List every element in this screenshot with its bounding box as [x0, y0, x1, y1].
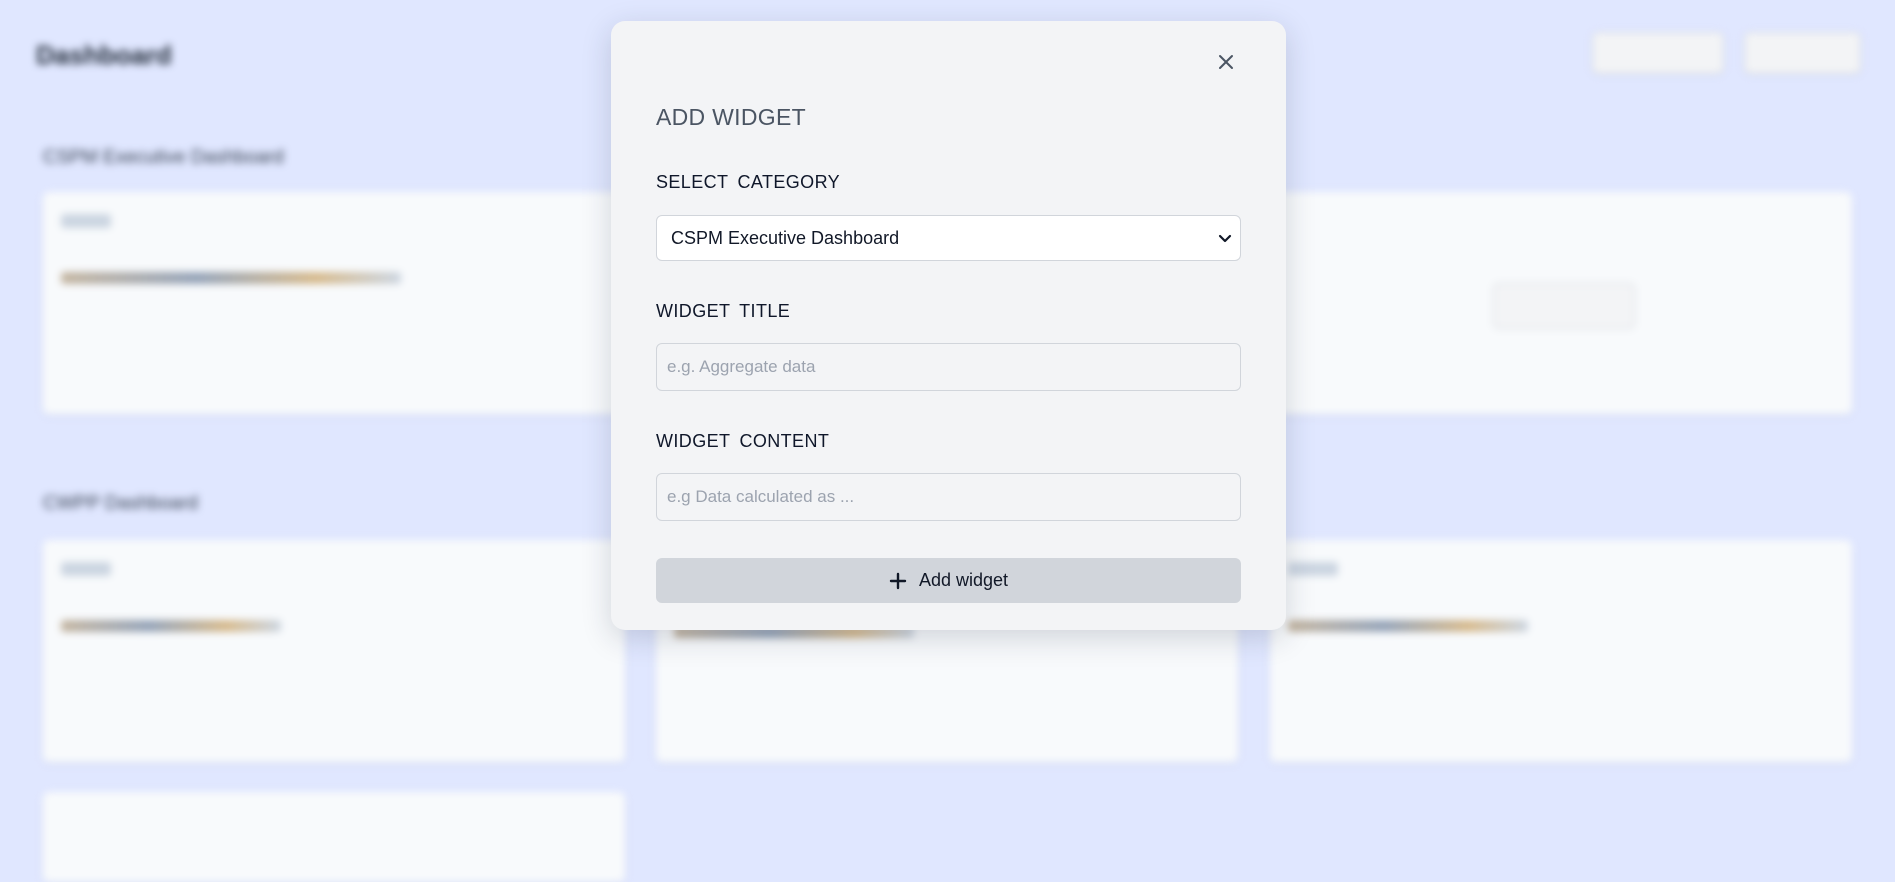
- section-title-blurred: CSPM Executive Dashboard: [43, 147, 284, 168]
- add-widget-modal: ADD WIDGET SELECT CATEGORY CSPM Executiv…: [611, 21, 1286, 630]
- widget-title-label: WIDGET TITLE: [656, 301, 791, 321]
- section-title-blurred: CWPP Dashboard: [43, 493, 198, 514]
- widget-card-blurred: [43, 540, 625, 762]
- select-category-label: SELECT CATEGORY: [656, 172, 841, 192]
- widget-card-blurred: [1270, 540, 1852, 762]
- widget-card-blurred: [43, 192, 625, 414]
- add-widget-ghost-blurred: [1493, 283, 1635, 329]
- close-icon: [1219, 55, 1233, 69]
- close-button[interactable]: [1211, 47, 1241, 77]
- add-widget-button[interactable]: Add widget: [656, 558, 1241, 603]
- plus-icon: [889, 572, 907, 589]
- widget-card-blurred: [43, 792, 625, 882]
- dashboard-title-blurred: Dashboard: [36, 40, 172, 70]
- add-widget-button-label: Add widget: [918, 570, 1009, 590]
- widget-content-label: WIDGET CONTENT: [656, 431, 830, 451]
- modal-title: ADD WIDGET: [656, 104, 806, 130]
- widget-title-input[interactable]: [656, 343, 1241, 391]
- top-action-button-blurred: [1592, 32, 1724, 74]
- chevron-down-icon: [1218, 234, 1232, 243]
- widget-content-input[interactable]: [656, 473, 1241, 521]
- category-selected-value: CSPM Executive Dashboard: [671, 228, 900, 248]
- category-select[interactable]: CSPM Executive Dashboard: [656, 215, 1241, 261]
- top-action-button-blurred: [1744, 32, 1861, 74]
